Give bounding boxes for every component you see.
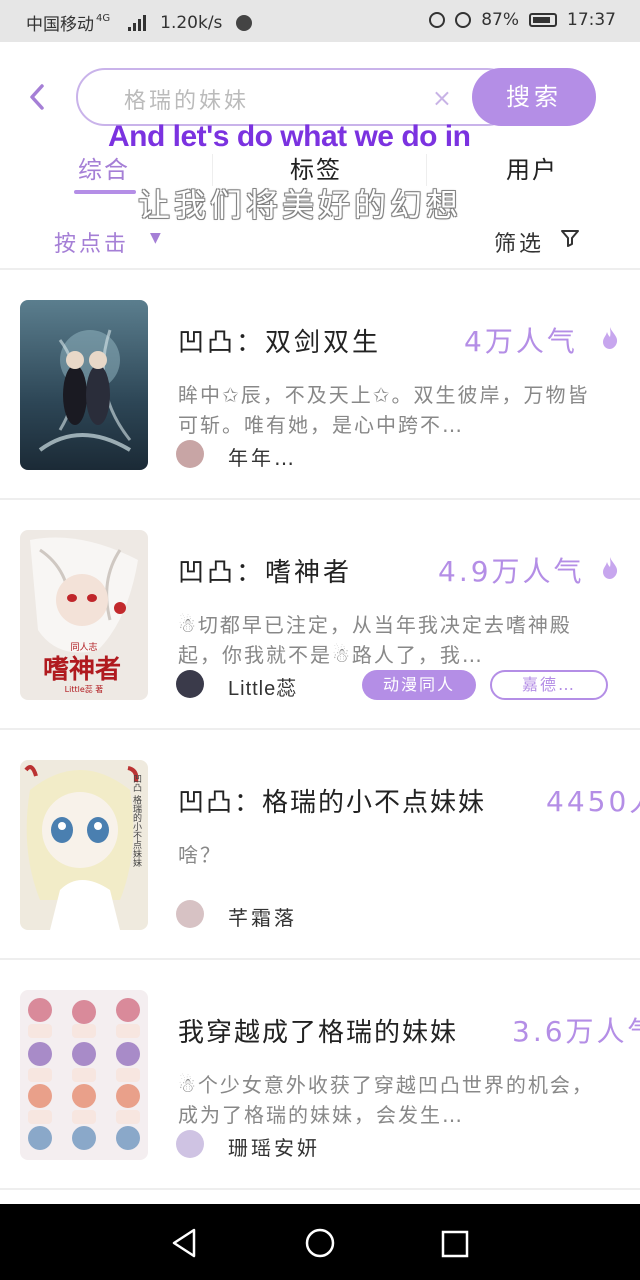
network-type: 4G: [96, 13, 111, 24]
funnel-icon[interactable]: [560, 228, 580, 248]
avatar[interactable]: [176, 440, 204, 468]
hd-icon: [429, 12, 446, 28]
clear-icon[interactable]: ×: [432, 84, 452, 112]
result-title[interactable]: 凹凸：格瑞的小不点妹妹: [178, 782, 486, 819]
globe-icon: [236, 14, 253, 31]
carrier-label: 中国移动: [26, 15, 94, 35]
result-description: 眸中✩辰，不及天上✩。双生彼岸，万物皆可斩。唯有她，是心中跨不…: [178, 383, 590, 437]
search-input[interactable]: [122, 82, 426, 116]
divider: [0, 1188, 640, 1190]
popularity-count: 4450人: [546, 785, 640, 818]
filter-button[interactable]: 筛选: [494, 226, 544, 258]
flame-icon: [603, 557, 618, 579]
popularity-count: 3.6万人气: [512, 1015, 640, 1048]
result-card[interactable]: 凹凸 格瑞的小不点妹妹 凹凸：格瑞的小不点妹妹 4450人 啥？ 芊霜落: [0, 730, 640, 960]
result-title[interactable]: 凹凸：嗜神者: [178, 552, 352, 589]
back-button[interactable]: [26, 82, 56, 112]
battery-icon: [529, 13, 557, 27]
avatar[interactable]: [176, 900, 204, 928]
system-nav-bar: [0, 1204, 640, 1280]
battery-percent: 87%: [481, 10, 519, 30]
result-description: ☃个少女意外收获了穿越凹凸世界的机会，成为了格瑞的妹妹，会发生…: [178, 1073, 594, 1127]
alarm-icon: [455, 12, 472, 28]
flame-icon: [603, 327, 618, 349]
cover-image: 凹凸 格瑞的小不点妹妹: [20, 760, 148, 930]
author-name[interactable]: 珊瑶安妍: [228, 1132, 320, 1161]
popularity-count: 4万人气: [464, 325, 578, 358]
cover-vertical-text: 凹凸 格瑞的小不点妹妹: [131, 774, 142, 868]
tab-users[interactable]: 用户: [506, 150, 558, 185]
lyric-overlay-english: And let's do what we do in: [108, 120, 471, 153]
author-name[interactable]: 年年…: [228, 442, 297, 471]
tab-comprehensive[interactable]: 综合: [78, 150, 130, 185]
result-title[interactable]: 凹凸：双剑双生: [178, 322, 381, 359]
avatar[interactable]: [176, 1130, 204, 1158]
cover-image: 同人志 嗜神者 Little蕊 著: [20, 530, 148, 700]
cover-author-text: Little蕊 著: [65, 684, 104, 694]
search-box[interactable]: ×: [76, 68, 516, 126]
author-name[interactable]: 芊霜落: [228, 902, 297, 931]
recents-square-icon[interactable]: [441, 1230, 469, 1258]
clock: 17:37: [567, 10, 616, 30]
home-circle-icon[interactable]: [305, 1228, 335, 1258]
tag-chip[interactable]: 嘉德…: [490, 670, 608, 700]
cover-image: [20, 990, 148, 1160]
cover-small-text: 同人志: [70, 641, 97, 653]
chevron-left-icon: [30, 84, 44, 110]
signal-icon: [128, 14, 147, 31]
result-description: 啥？: [178, 843, 222, 867]
status-bar: 中国移动 4G 1.20k/s 87% 17:37: [0, 0, 640, 42]
result-description: ☃切都早已注定，从当年我决定去嗜神殿起，你我就不是☃路人了，我…: [178, 613, 572, 667]
author-name[interactable]: Little蕊: [228, 672, 297, 701]
cover-title-text: 嗜神者: [43, 655, 121, 685]
caret-down-icon[interactable]: ▼: [150, 230, 161, 246]
sort-dropdown[interactable]: 按点击: [54, 226, 129, 258]
result-card[interactable]: 同人志 嗜神者 Little蕊 著 凹凸：嗜神者 4.9万人气 ☃切都早已注定，…: [0, 500, 640, 730]
active-tab-indicator: [74, 190, 136, 194]
result-title[interactable]: 我穿越成了格瑞的妹妹: [178, 1012, 458, 1049]
network-speed: 1.20k/s: [160, 12, 223, 33]
avatar[interactable]: [176, 670, 204, 698]
result-card[interactable]: 我穿越成了格瑞的妹妹 3.6万人气 ☃个少女意外收获了穿越凹凸世界的机会，成为了…: [0, 960, 640, 1190]
back-triangle-icon[interactable]: [170, 1228, 198, 1258]
result-card[interactable]: 凹凸：双剑双生 4万人气 眸中✩辰，不及天上✩。双生彼岸，万物皆可斩。唯有她，是…: [0, 270, 640, 500]
cover-image: [20, 300, 148, 470]
lyric-overlay-chinese: 让我们将美好的幻想: [138, 186, 463, 224]
search-button[interactable]: 搜索: [472, 68, 596, 126]
tag-chip[interactable]: 动漫同人: [362, 670, 476, 700]
popularity-count: 4.9万人气: [438, 555, 585, 588]
